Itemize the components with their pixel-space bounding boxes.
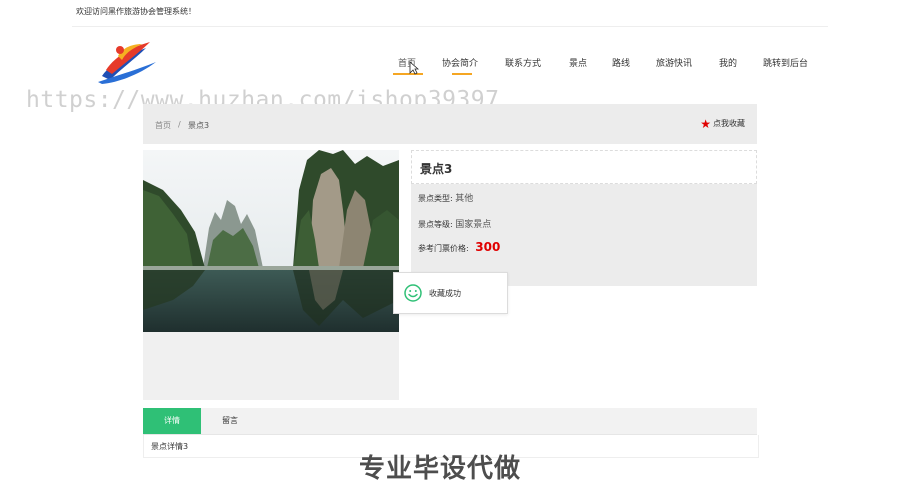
smile-icon [404, 284, 422, 302]
spot-photo [143, 150, 399, 332]
breadcrumb: 首页 / 景点3 ★ 点我收藏 [143, 104, 757, 144]
photo-panel [143, 150, 399, 400]
nav-item-admin[interactable]: 跳转到后台 [763, 56, 808, 69]
nav-item-spots[interactable]: 景点 [569, 56, 587, 69]
spot-type-value: 其他 [455, 194, 474, 204]
favorite-label: 点我收藏 [713, 119, 745, 128]
tab-details[interactable]: 详情 [143, 408, 201, 434]
toast-message: 收藏成功 [393, 272, 508, 314]
welcome-text: 欢迎访问黑作旅游协会管理系统！ [76, 7, 196, 16]
nav-item-contact[interactable]: 联系方式 [505, 56, 541, 69]
star-icon: ★ [700, 116, 711, 131]
breadcrumb-separator: / [178, 120, 181, 129]
detail-tabs: 详情 留言 [143, 408, 757, 435]
tab-comments[interactable]: 留言 [201, 408, 259, 434]
divider [72, 26, 828, 27]
spot-level-value: 国家景点 [455, 220, 492, 230]
nav-item-about[interactable]: 协会简介 [442, 56, 478, 69]
spot-price-row: 参考门票价格: 300 [418, 240, 500, 254]
top-bar: 欢迎访问黑作旅游协会管理系统！ [0, 0, 900, 26]
spot-level-label: 景点等级: [418, 220, 453, 229]
mouse-cursor-icon [409, 61, 419, 75]
nav-item-mine[interactable]: 我的 [719, 56, 737, 69]
logo[interactable] [96, 36, 158, 84]
spot-title: 景点3 [420, 162, 453, 176]
bottom-watermark: 专业毕设代做 [359, 454, 522, 484]
nav-item-routes[interactable]: 路线 [612, 56, 630, 69]
breadcrumb-current: 景点3 [188, 121, 210, 130]
tab-content-text: 景点详情3 [151, 442, 189, 451]
nav-hover-underline [452, 73, 472, 75]
spot-type-label: 景点类型: [418, 194, 453, 203]
spot-level-row: 景点等级: 国家景点 [418, 217, 491, 230]
spot-price-value: 300 [475, 240, 501, 254]
nav-item-news[interactable]: 旅游快讯 [656, 56, 692, 69]
breadcrumb-home[interactable]: 首页 [155, 120, 171, 131]
spot-price-label: 参考门票价格: [418, 244, 469, 253]
spot-title-box: 景点3 [411, 150, 757, 184]
spot-info-panel: 景点3 景点类型: 其他 景点等级: 国家景点 参考门票价格: 300 [411, 150, 757, 286]
toast-text: 收藏成功 [429, 289, 461, 298]
spot-type-row: 景点类型: 其他 [418, 191, 473, 204]
favorite-button[interactable]: ★ 点我收藏 [700, 116, 745, 131]
